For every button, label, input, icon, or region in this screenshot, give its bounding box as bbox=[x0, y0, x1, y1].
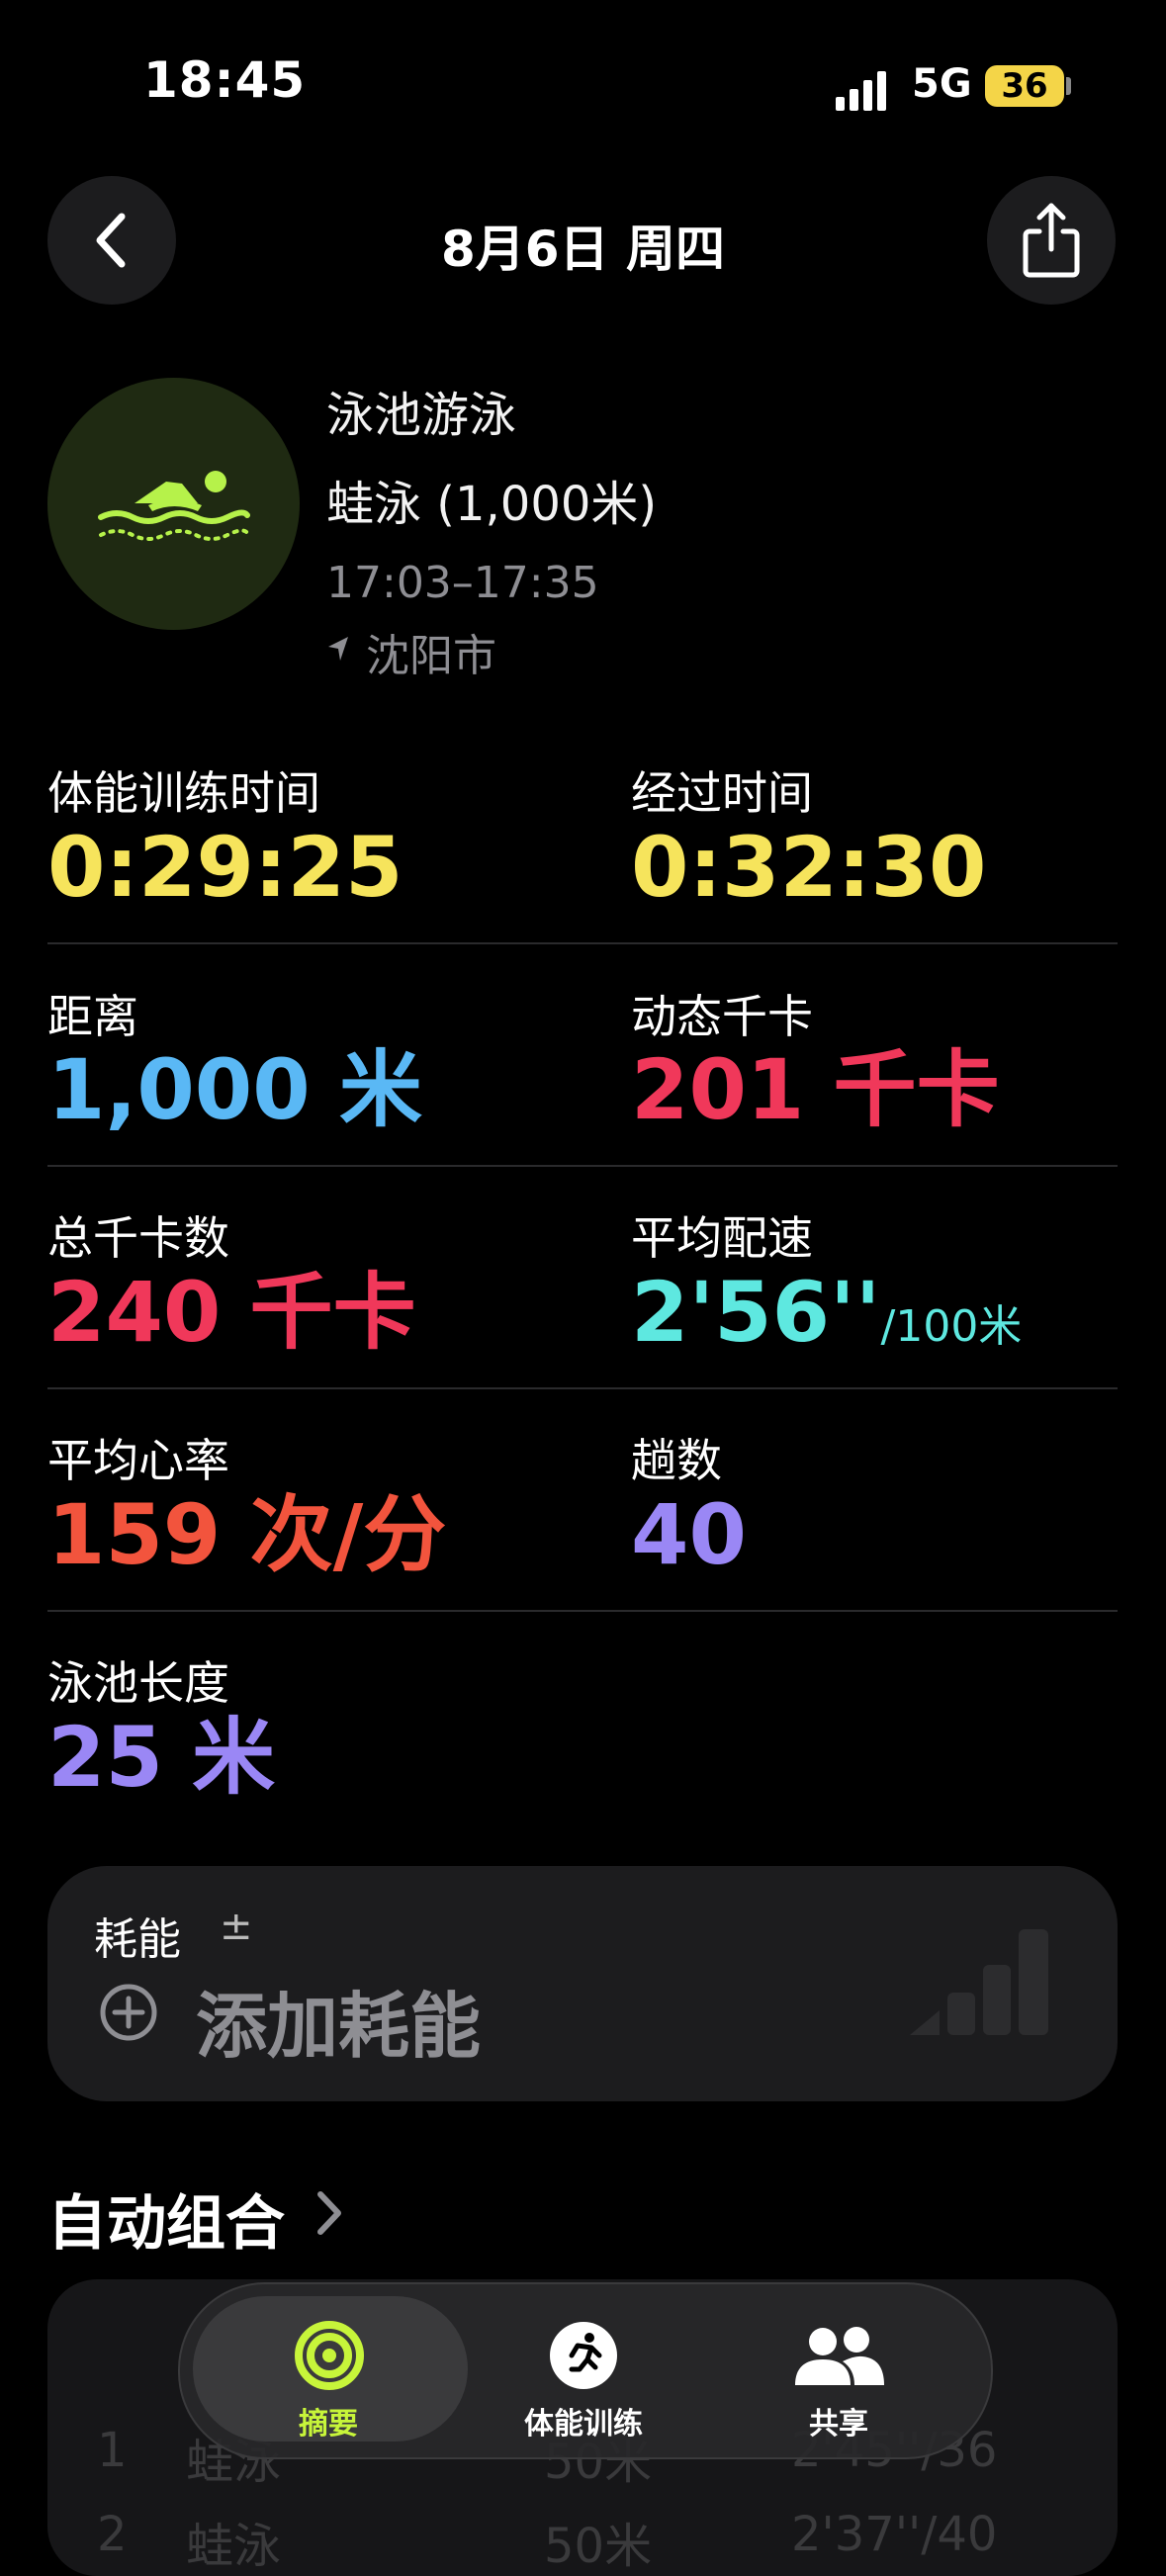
distance-label: 距离 bbox=[47, 990, 138, 1043]
set-row-num: 2 bbox=[97, 2507, 128, 2562]
location-arrow-icon bbox=[328, 637, 348, 661]
status-time: 18:45 bbox=[143, 51, 307, 109]
tab-workouts[interactable]: 体能训练 bbox=[465, 2312, 702, 2442]
active-kcal-value: 201 千卡 bbox=[631, 1041, 1000, 1138]
effort-title: 耗能 bbox=[94, 1914, 181, 1965]
total-kcal-value: 240 千卡 bbox=[47, 1264, 416, 1361]
set-row-dist: 50米 bbox=[544, 2519, 653, 2574]
share-button[interactable] bbox=[987, 176, 1116, 305]
total-kcal-label: 总千卡数 bbox=[47, 1211, 229, 1265]
divider bbox=[47, 1610, 1118, 1612]
swimming-icon bbox=[97, 470, 250, 541]
plus-circle-icon[interactable] bbox=[99, 1983, 158, 2042]
auto-sets-title[interactable]: 自动组合 bbox=[47, 2176, 285, 2262]
battery-tip bbox=[1066, 77, 1071, 95]
divider bbox=[47, 942, 1118, 944]
set-row-num: 1 bbox=[97, 2423, 128, 2478]
laps-value: 40 bbox=[631, 1486, 747, 1583]
tab-summary[interactable]: 摘要 bbox=[210, 2312, 447, 2442]
activity-rings-icon bbox=[295, 2321, 364, 2390]
set-row-pace: 2'37''/40 bbox=[791, 2507, 998, 2562]
effort-bars-icon bbox=[910, 1929, 1048, 2035]
avg-pace-value: 2'56''/100米 bbox=[631, 1264, 1023, 1361]
tab-label: 体能训练 bbox=[524, 2407, 643, 2442]
workout-time-label: 体能训练时间 bbox=[47, 766, 320, 820]
tab-label: 摘要 bbox=[299, 2407, 358, 2442]
elapsed-time-label: 经过时间 bbox=[631, 766, 813, 820]
running-figure-icon bbox=[550, 2322, 617, 2389]
elapsed-time-value: 0:32:30 bbox=[631, 819, 987, 916]
workout-subtitle: 蛙泳 (1,000米) bbox=[326, 477, 658, 532]
effort-pm: ± bbox=[220, 1904, 253, 1949]
set-row-stroke: 蛙泳 bbox=[186, 2519, 282, 2574]
tab-sharing[interactable]: 共享 bbox=[720, 2312, 957, 2442]
workout-type-badge bbox=[47, 378, 300, 630]
share-icon bbox=[1023, 203, 1080, 278]
tab-label: 共享 bbox=[809, 2407, 868, 2442]
active-kcal-label: 动态千卡 bbox=[631, 990, 813, 1043]
battery-icon: 36 bbox=[985, 65, 1064, 107]
laps-label: 趟数 bbox=[631, 1434, 722, 1487]
pool-length-value: 25 米 bbox=[47, 1709, 276, 1806]
workout-time-value: 0:29:25 bbox=[47, 819, 404, 916]
chevron-right-icon[interactable] bbox=[314, 2188, 344, 2238]
network-label: 5G bbox=[912, 61, 972, 107]
avg-pace-label: 平均配速 bbox=[631, 1211, 813, 1265]
avg-hr-label: 平均心率 bbox=[47, 1434, 229, 1487]
people-icon bbox=[795, 2327, 884, 2385]
divider bbox=[47, 1165, 1118, 1167]
workout-name: 泳池游泳 bbox=[326, 388, 517, 443]
avg-hr-value: 159 次/分 bbox=[47, 1486, 447, 1583]
distance-value: 1,000 米 bbox=[47, 1041, 422, 1138]
workout-time-range: 17:03–17:35 bbox=[326, 558, 599, 608]
workout-location: 沈阳市 bbox=[366, 631, 496, 681]
signal-icon bbox=[836, 71, 886, 111]
add-effort-button[interactable]: 添加耗能 bbox=[196, 1968, 481, 2072]
divider bbox=[47, 1387, 1118, 1389]
pool-length-label: 泳池长度 bbox=[47, 1656, 229, 1710]
